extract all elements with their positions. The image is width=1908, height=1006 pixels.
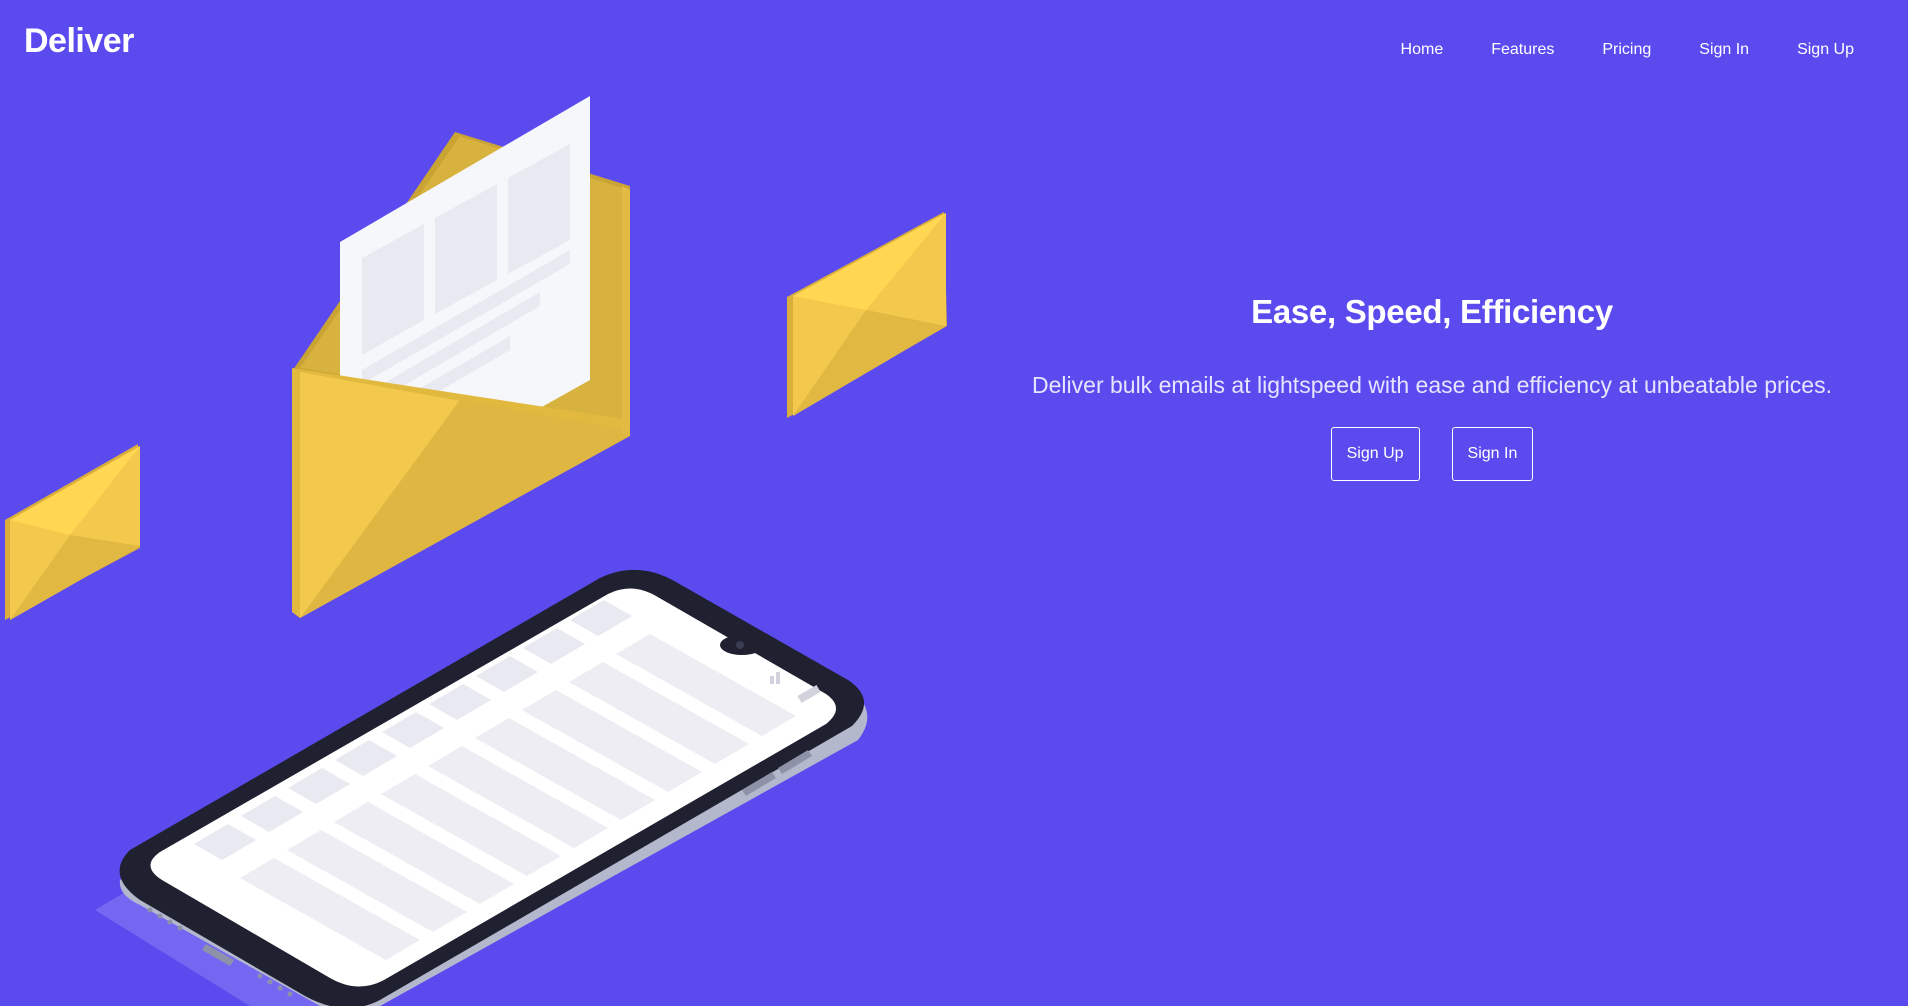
closed-envelope-icon (787, 212, 947, 418)
hero-title: Ease, Speed, Efficiency (1251, 293, 1613, 330)
hero-buttons: Sign Up Sign In (1000, 427, 1864, 481)
nav-item-features[interactable]: Features (1467, 38, 1578, 62)
landing-page: Deliver Home Features Pricing Sign In Si… (0, 0, 1908, 1006)
closed-envelope-icon (5, 444, 140, 620)
smartphone-icon (95, 570, 868, 1006)
nav-item-pricing[interactable]: Pricing (1578, 38, 1675, 62)
hero-section: Ease, Speed, Efficiency Deliver bulk ema… (1000, 288, 1864, 481)
hero-illustration (5, 96, 947, 1006)
nav-item-sign-in[interactable]: Sign In (1675, 38, 1773, 62)
open-envelope-icon (292, 96, 630, 618)
sign-in-button[interactable]: Sign In (1451, 427, 1534, 481)
nav-item-home[interactable]: Home (1377, 38, 1468, 62)
sign-up-button[interactable]: Sign Up (1330, 427, 1420, 481)
main-nav: Home Features Pricing Sign In Sign Up (1377, 38, 1908, 62)
nav-item-sign-up[interactable]: Sign Up (1773, 38, 1878, 62)
hero-subtitle: Deliver bulk emails at lightspeed with e… (1032, 372, 1832, 398)
